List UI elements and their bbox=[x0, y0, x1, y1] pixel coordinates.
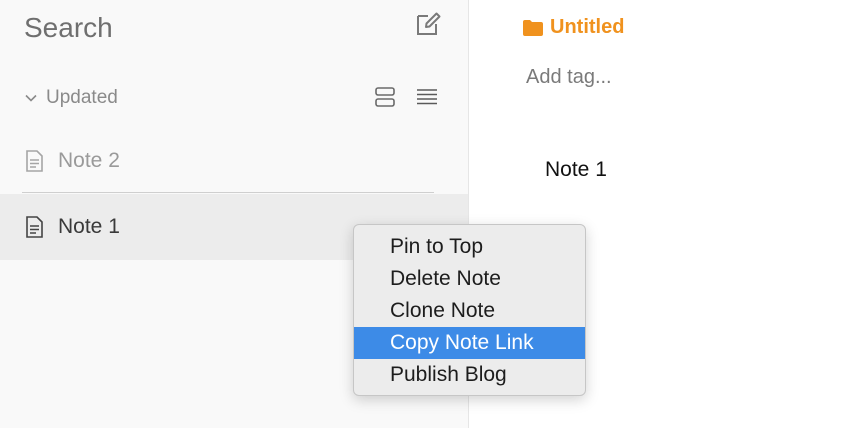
tag-input[interactable] bbox=[526, 66, 726, 89]
menu-item-delete-note[interactable]: Delete Note bbox=[354, 263, 585, 295]
folder-icon bbox=[523, 19, 543, 36]
compose-icon bbox=[417, 12, 441, 35]
list-view-icon bbox=[417, 89, 437, 105]
context-menu: Pin to Top Delete Note Clone Note Copy N… bbox=[353, 224, 586, 396]
search-label[interactable]: Search bbox=[24, 8, 113, 48]
folder-name: Untitled bbox=[550, 16, 625, 38]
note-icon bbox=[26, 216, 43, 238]
chevron-down-icon bbox=[25, 94, 37, 102]
card-view-icon bbox=[375, 87, 395, 107]
note-title: Note 1 bbox=[58, 215, 120, 238]
sort-dropdown[interactable]: Updated bbox=[24, 84, 118, 112]
folder-selector[interactable]: Untitled bbox=[522, 16, 624, 39]
menu-item-publish-blog[interactable]: Publish Blog bbox=[354, 359, 585, 391]
sort-label: Updated bbox=[46, 87, 118, 108]
menu-item-pin-to-top[interactable]: Pin to Top bbox=[354, 231, 585, 263]
note-list-item[interactable]: Note 2 bbox=[0, 128, 468, 194]
note-title: Note 2 bbox=[58, 149, 120, 172]
menu-item-clone-note[interactable]: Clone Note bbox=[354, 295, 585, 327]
divider bbox=[22, 192, 434, 193]
menu-item-copy-note-link[interactable]: Copy Note Link bbox=[354, 327, 585, 359]
editor-note-title[interactable]: Note 1 bbox=[545, 158, 607, 182]
list-view-button[interactable] bbox=[416, 86, 438, 108]
note-icon bbox=[26, 150, 43, 172]
new-note-button[interactable] bbox=[414, 10, 442, 38]
card-view-button[interactable] bbox=[374, 86, 396, 108]
